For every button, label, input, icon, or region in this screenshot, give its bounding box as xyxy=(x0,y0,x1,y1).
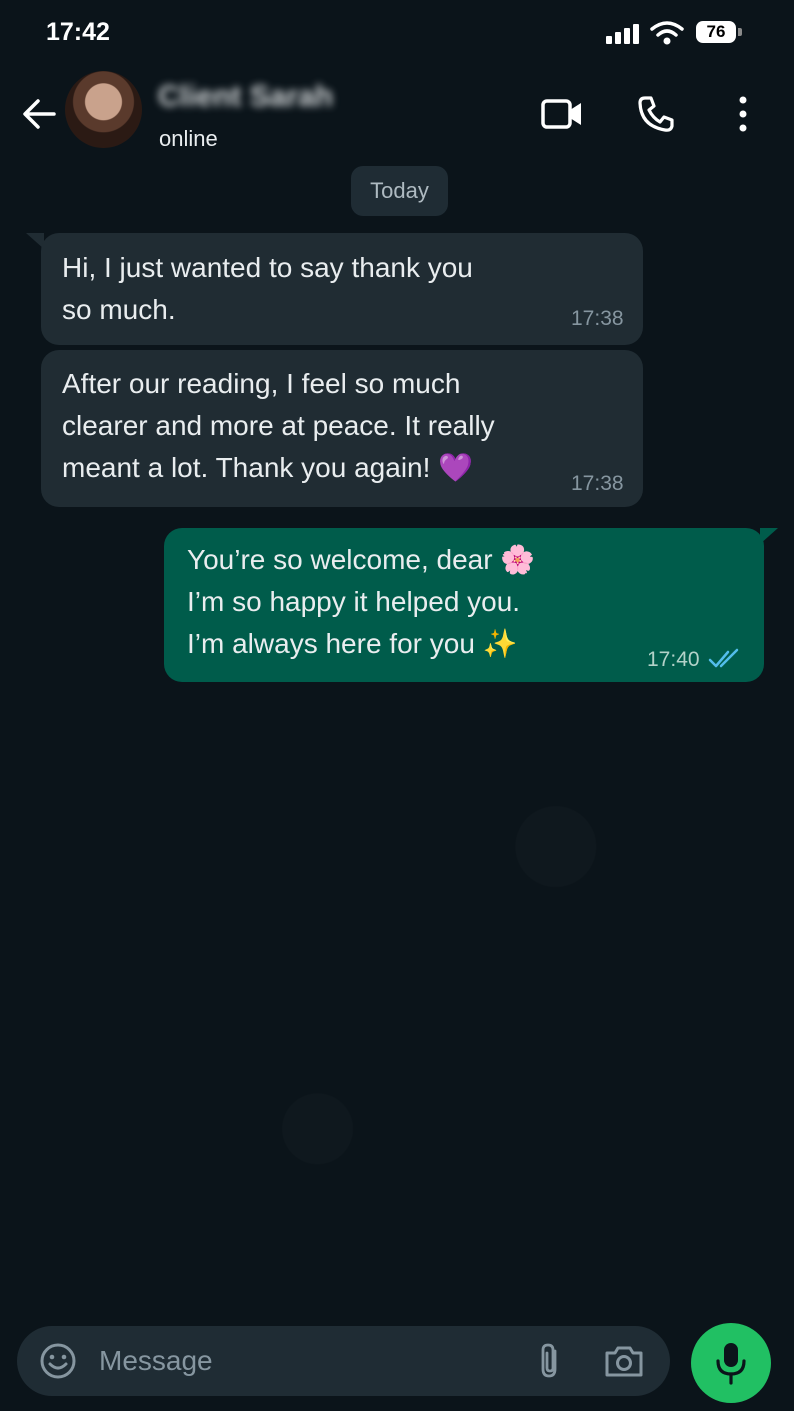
date-divider: Today xyxy=(351,166,448,216)
phone-icon[interactable] xyxy=(636,94,676,134)
message-text: After our reading, I feel so much cleare… xyxy=(62,368,495,483)
more-vertical-icon[interactable] xyxy=(732,94,754,134)
contact-name[interactable]: Client Sarah xyxy=(158,80,333,114)
message-text: Hi, I just wanted to say thank you so mu… xyxy=(62,252,473,325)
mic-button[interactable] xyxy=(691,1323,771,1403)
wifi-icon xyxy=(650,21,684,45)
contact-status: online xyxy=(159,126,218,151)
camera-icon[interactable] xyxy=(603,1344,645,1378)
message-incoming[interactable]: After our reading, I feel so much cleare… xyxy=(41,350,643,507)
video-call-icon[interactable] xyxy=(540,96,584,132)
status-time: 17:42 xyxy=(46,18,110,46)
battery-level: 76 xyxy=(706,22,726,41)
avatar[interactable] xyxy=(65,71,142,148)
message-time: 17:40 xyxy=(647,648,700,671)
message-incoming[interactable]: Hi, I just wanted to say thank you so mu… xyxy=(41,233,643,345)
message-outgoing[interactable]: You’re so welcome, dear 🌸 I’m so happy i… xyxy=(164,528,764,682)
double-check-read-icon xyxy=(708,648,739,668)
message-time: 17:38 xyxy=(571,472,624,495)
message-composer xyxy=(17,1326,670,1396)
mic-icon xyxy=(716,1343,746,1385)
message-input[interactable] xyxy=(99,1326,519,1396)
paperclip-icon[interactable] xyxy=(535,1342,565,1380)
message-text: You’re so welcome, dear 🌸 I’m so happy i… xyxy=(187,544,536,659)
battery-cap xyxy=(738,28,742,36)
signal-icon xyxy=(606,24,640,44)
status-bar: 17:42 76 xyxy=(0,0,794,66)
chat-header: Client Sarah online xyxy=(0,66,794,166)
smiley-icon[interactable] xyxy=(39,1342,77,1380)
back-arrow-icon[interactable] xyxy=(20,94,60,134)
battery-icon: 76 xyxy=(696,21,736,43)
message-time: 17:38 xyxy=(571,307,624,330)
